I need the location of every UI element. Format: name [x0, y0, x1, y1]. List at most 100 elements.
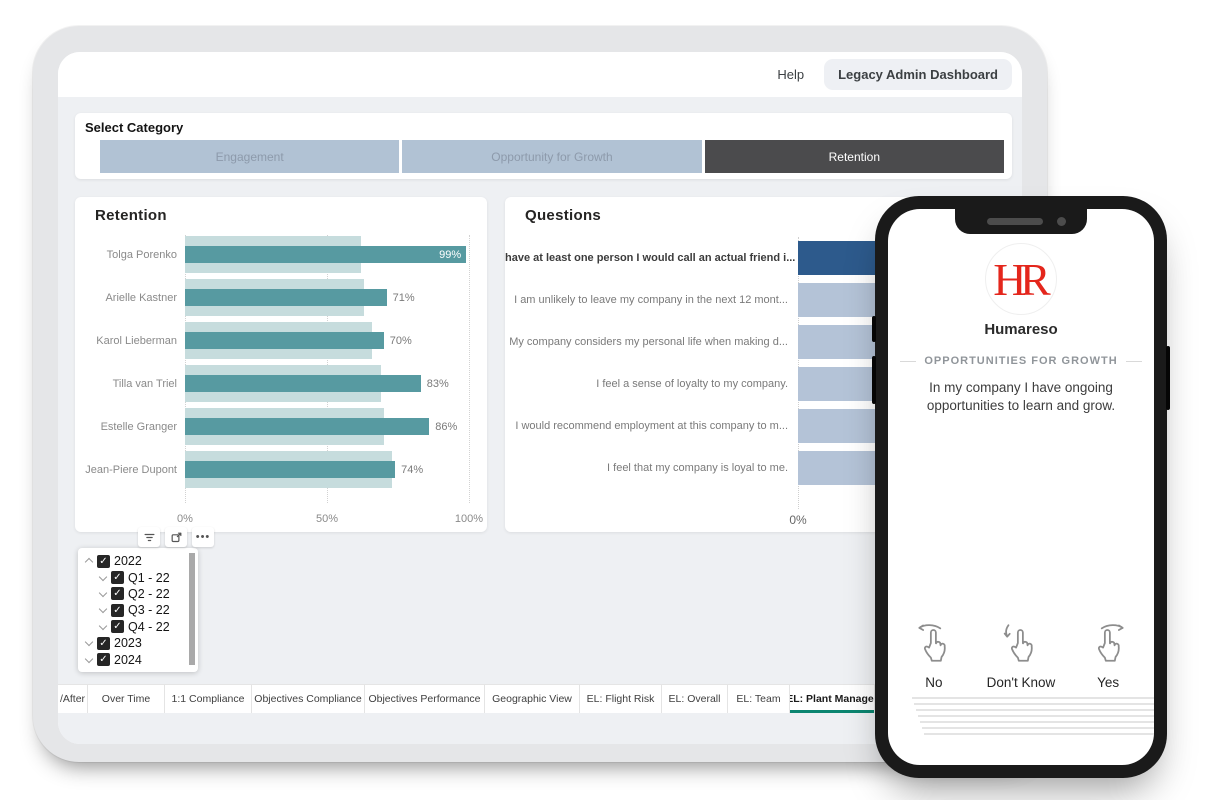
value-label: 70%	[390, 335, 412, 347]
bar-secondary[interactable]	[185, 451, 392, 461]
card-stack	[888, 697, 1154, 743]
card-stack-line	[918, 715, 1154, 717]
x-axis: 0%50%100%	[75, 513, 469, 527]
tab-geographic-view[interactable]: Geographic View	[485, 685, 580, 713]
tree-item-q2-22[interactable]: ✓Q2 - 22	[96, 586, 187, 602]
card-stack-line	[914, 703, 1154, 705]
retention-row[interactable]: Estelle Granger86%	[75, 405, 469, 448]
chevron-down-icon[interactable]	[98, 589, 108, 599]
tab-el-overall[interactable]: EL: Overall	[662, 685, 728, 713]
bar-secondary[interactable]	[185, 349, 372, 359]
tab-1-1-compliance[interactable]: 1:1 Compliance	[165, 685, 252, 713]
swipe-left-hand-icon	[911, 621, 957, 670]
phone-device: HR Humareso OPPORTUNITIES FOR GROWTH In …	[875, 196, 1167, 778]
bar-secondary[interactable]	[185, 263, 361, 273]
divider-line	[900, 361, 916, 362]
bar-secondary[interactable]	[185, 478, 392, 488]
bar-secondary[interactable]	[185, 408, 384, 418]
divider-line	[1126, 361, 1142, 362]
checkbox[interactable]: ✓	[111, 587, 124, 600]
tree-item-2022[interactable]: ✓2022	[82, 553, 187, 569]
bar-secondary[interactable]	[185, 306, 364, 316]
category-option-retention[interactable]: Retention	[705, 140, 1004, 173]
gesture-yes[interactable]: Yes	[1085, 621, 1131, 690]
category-label: Jean-Piere Dupont	[75, 464, 185, 476]
tab-objectives-compliance[interactable]: Objectives Compliance	[252, 685, 365, 713]
checkbox[interactable]: ✓	[111, 620, 124, 633]
retention-row[interactable]: Arielle Kastner71%	[75, 276, 469, 319]
question-label: I feel that my company is loyal to me.	[505, 462, 798, 474]
question-label: I feel a sense of loyalty to my company.	[505, 378, 798, 390]
bar-group: 86%	[185, 405, 469, 448]
tab-over-time[interactable]: Over Time	[88, 685, 165, 713]
app-topbar: Help Legacy Admin Dashboard	[58, 52, 1022, 97]
tab-el-team[interactable]: EL: Team	[728, 685, 790, 713]
bar-secondary[interactable]	[185, 365, 381, 375]
tree-item-q3-22[interactable]: ✓Q3 - 22	[96, 602, 187, 618]
tab-el-flight-risk[interactable]: EL: Flight Risk	[580, 685, 662, 713]
card-stack-line	[920, 721, 1154, 723]
chevron-down-icon[interactable]	[98, 573, 108, 583]
chevron-down-icon[interactable]	[84, 655, 94, 665]
category-label: Estelle Granger	[75, 421, 185, 433]
bar-secondary[interactable]	[185, 322, 372, 332]
chevron-down-icon[interactable]	[84, 638, 94, 648]
bar-secondary[interactable]	[185, 435, 384, 445]
bar-secondary[interactable]	[185, 279, 364, 289]
tab-after[interactable]: /After	[58, 685, 88, 713]
bar-primary[interactable]	[185, 289, 387, 306]
axis-tick: 50%	[316, 513, 338, 525]
visual-header-toolbar: •••	[138, 527, 214, 547]
bar-primary[interactable]	[185, 375, 421, 392]
bar-group: 71%	[185, 276, 469, 319]
category-option-opportunity-for-growth[interactable]: Opportunity for Growth	[402, 140, 701, 173]
chevron-up-icon[interactable]	[84, 556, 94, 566]
retention-row[interactable]: Tilla van Triel83%	[75, 362, 469, 405]
tree-item-q4-22[interactable]: ✓ Q4 - 22	[96, 619, 187, 635]
scrollbar[interactable]	[189, 553, 195, 665]
gesture-don-t-know[interactable]: Don't Know	[987, 621, 1056, 690]
retention-row[interactable]: Karol Lieberman 70%	[75, 319, 469, 362]
category-option-engagement[interactable]: Engagement	[100, 140, 399, 173]
category-label: Karol Lieberman	[75, 335, 185, 347]
checkbox[interactable]: ✓	[97, 637, 110, 650]
retention-row[interactable]: Tolga Porenko99%	[75, 233, 469, 276]
focus-mode-icon[interactable]	[165, 527, 187, 547]
more-options-icon[interactable]: •••	[192, 527, 214, 547]
legacy-admin-dashboard-button[interactable]: Legacy Admin Dashboard	[824, 59, 1012, 90]
gesture-no[interactable]: No	[911, 621, 957, 690]
gesture-answers: No Don't Know Yes	[896, 621, 1146, 690]
checkbox[interactable]: ✓	[97, 555, 110, 568]
retention-row[interactable]: Jean-Piere Dupont 74%	[75, 448, 469, 491]
tab-el-plant-manager[interactable]: EL: Plant Manager	[790, 685, 875, 713]
bar-secondary[interactable]	[185, 392, 381, 402]
tree-item-2024[interactable]: ✓2024	[82, 651, 187, 667]
bar-primary[interactable]: 99%	[185, 246, 466, 263]
axis-tick: 0%	[177, 513, 193, 525]
checkbox[interactable]: ✓	[97, 653, 110, 666]
tab-objectives-performance[interactable]: Objectives Performance	[365, 685, 485, 713]
questions-chart-title: Questions	[525, 207, 601, 224]
bar-primary[interactable]	[185, 461, 395, 478]
tree-item-2023[interactable]: ✓2023	[82, 635, 187, 651]
tree-item-label: Q4 - 22	[128, 620, 170, 634]
gesture-label: No	[925, 675, 942, 690]
select-category-label: Select Category	[85, 120, 183, 135]
date-filter-tree: ✓2022✓Q1 - 22✓Q2 - 22✓Q3 - 22✓Q4 - 22✓20…	[82, 553, 187, 669]
bar-primary[interactable]	[185, 332, 384, 349]
phone-notch	[955, 209, 1087, 234]
help-link[interactable]: Help	[777, 67, 804, 82]
bar-primary[interactable]	[185, 418, 429, 435]
checkbox[interactable]: ✓	[111, 604, 124, 617]
chevron-down-icon[interactable]	[98, 622, 108, 632]
bar-secondary[interactable]	[185, 236, 361, 246]
filter-icon[interactable]	[138, 527, 160, 547]
tree-item-q1-22[interactable]: ✓Q1 - 22	[96, 569, 187, 585]
bar-group: 70%	[185, 319, 469, 362]
swipe-right-hand-icon	[1085, 621, 1131, 670]
chevron-down-icon[interactable]	[98, 605, 108, 615]
phone-mute-button	[872, 316, 876, 342]
select-category-card: Select Category EngagementOpportunity fo…	[75, 113, 1012, 179]
checkbox[interactable]: ✓	[111, 571, 124, 584]
value-label: 74%	[401, 464, 423, 476]
